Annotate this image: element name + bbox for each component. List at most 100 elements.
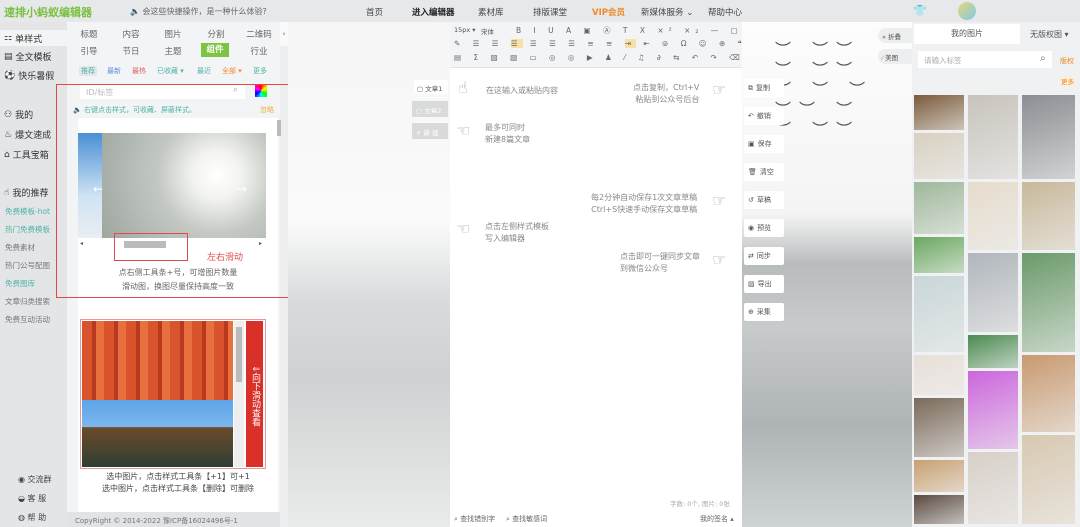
category-component[interactable]: 组件 [201, 43, 229, 57]
nav-materials[interactable]: 素材库 [478, 6, 504, 18]
filter-hottest[interactable]: 最热 [132, 66, 146, 76]
nav-vip[interactable]: VIP会员 [592, 6, 625, 18]
vertical-scrollbar[interactable] [234, 321, 244, 467]
photo-thumbnail[interactable] [914, 133, 964, 179]
background-landscape [288, 22, 450, 527]
label: 查找敏感词 [512, 515, 548, 523]
tab-free-images[interactable]: 无版权图 ▾ [1030, 29, 1069, 40]
draft-button[interactable]: ↺ 草稿 [744, 191, 784, 209]
save-button[interactable]: ▣ 保存 [744, 135, 784, 153]
photo-thumbnail[interactable] [968, 182, 1018, 250]
photo-thumbnail[interactable] [1022, 435, 1075, 524]
nav-course[interactable]: 排版课堂 [533, 6, 567, 18]
tab-my-images[interactable]: 我的图片 [914, 24, 1020, 44]
photo-thumbnail[interactable] [1022, 182, 1075, 250]
photo-thumbnail[interactable] [914, 495, 964, 524]
clear-button[interactable]: 🗑 清空 [744, 163, 784, 181]
signature-button[interactable]: 我的签名 ▴ [700, 514, 734, 524]
copy-button[interactable]: ⧉ 复制 [744, 79, 784, 97]
undo-button[interactable]: ↶ 撤销 [744, 107, 784, 125]
sidebar-link[interactable]: 热门公号配图 [5, 260, 50, 271]
sidebar-link[interactable]: 热门免费模板 [5, 224, 50, 235]
photo-thumbnail[interactable] [968, 253, 1018, 332]
photo-thumbnail[interactable] [968, 452, 1018, 524]
photo-thumbnail[interactable] [968, 95, 1018, 179]
sidebar-link[interactable]: 文章归类搜索 [5, 296, 50, 307]
tip-line: 新建8篇文章 [485, 135, 531, 144]
font-size-select[interactable]: 15px ▾ [454, 26, 476, 34]
doc-tab-1[interactable]: ▢ 文章1 [414, 80, 448, 94]
more-link[interactable]: 更多 [1060, 76, 1075, 86]
logo[interactable]: 速排小蚂蚁编辑器 [4, 4, 92, 20]
preview-button[interactable]: ◉ 预览 [744, 219, 784, 237]
photo-thumbnail[interactable] [914, 460, 964, 492]
nav-help[interactable]: 帮助中心 [708, 6, 742, 18]
beautify-button[interactable]: ⁄ 美图 [878, 49, 914, 64]
format-buttons-row1[interactable]: B I U A ▣ Ⓐ T X ×² ×₂ — ▢ ☑ [516, 25, 762, 36]
photo-thumbnail[interactable] [914, 237, 964, 273]
image-search-input[interactable]: 请输入标签 [918, 51, 1052, 68]
find-sensitive-button[interactable]: ⌕ 查找敏感词 [506, 514, 547, 524]
font-family-select[interactable]: 宋体 [481, 26, 494, 36]
photo-thumbnail[interactable] [1022, 95, 1075, 179]
avatar[interactable] [958, 2, 976, 20]
photo-thumbnail[interactable] [914, 355, 964, 395]
sidebar-item-toolbox[interactable]: ⌂ 工具宝箱 [4, 148, 49, 162]
doc-label: 文章2 [424, 107, 442, 115]
filter-newest[interactable]: 最新 [107, 66, 121, 76]
format-buttons-row2[interactable]: ✎ ☰ ☰ ☰ ☰ ☰ ☰ ≡ ≡ ⇥ ⇤ ⊜ Ω ☺ ⊕ ❝ ▦ [454, 39, 766, 48]
support-link[interactable]: ◒ 客 服 [18, 493, 46, 504]
sidebar-link[interactable]: 免费模板-hot [5, 206, 50, 217]
sidebar-link[interactable]: 免费互动活动 [5, 314, 50, 325]
category-title[interactable]: 标题 [74, 28, 104, 40]
find-typo-button[interactable]: ⌕ 查找错别字 [454, 514, 495, 524]
category-theme[interactable]: 主题 [158, 45, 188, 57]
nav-editor[interactable]: 进入编辑器 [412, 6, 455, 18]
help-link[interactable]: ◍ 帮 助 [18, 512, 46, 523]
filter-all[interactable]: 全部 ▾ [222, 66, 242, 76]
sidebar-link[interactable]: 免费图库 [5, 278, 35, 289]
photo-thumbnail[interactable] [914, 398, 964, 457]
collapse-panel-button[interactable]: ‹ [280, 22, 288, 46]
photo-thumbnail[interactable] [1022, 253, 1075, 352]
notice-text[interactable]: 🔈 会这些快捷操作，是一种什么体验? [130, 6, 267, 17]
category-image[interactable]: 图片 [158, 28, 188, 40]
search-icon[interactable]: ⌕ [1040, 53, 1046, 64]
filter-recent[interactable]: 最近 [197, 66, 211, 76]
photo-thumbnail[interactable] [968, 335, 1018, 368]
photo-thumbnail[interactable] [914, 182, 964, 234]
format-buttons-row3[interactable]: ▤ Σ ▨ ▧ ▭ ◎ ◎ ▶ ♟ ⁄ ♫ ∂ ⇆ ↶ ↷ ⌫ ☑ ⛶ [454, 53, 781, 63]
photo-thumbnail[interactable] [914, 276, 964, 352]
collapse-button[interactable]: » 折叠 [878, 28, 914, 43]
category-industry[interactable]: 行业 [244, 45, 274, 57]
sync-button[interactable]: ⇄ 同步 [744, 247, 784, 265]
sidebar-item-single-style[interactable]: ⚏ 单样式 [0, 30, 67, 46]
category-content[interactable]: 内容 [116, 28, 146, 40]
doc-tab-2[interactable]: ▢ 文章2 [412, 101, 448, 117]
category-divider[interactable]: 分割 [201, 28, 231, 40]
doc-label: 文章1 [425, 85, 443, 93]
photo-thumbnail[interactable] [1022, 355, 1075, 432]
sidebar-item-mine[interactable]: ⚇ 我的 [4, 108, 33, 122]
category-guide[interactable]: 引导 [74, 45, 104, 57]
category-festival[interactable]: 节日 [116, 45, 146, 57]
filter-favorites[interactable]: 已收藏 ▾ [157, 66, 184, 76]
filter-recommend[interactable]: 推荐 [79, 66, 97, 76]
nav-services[interactable]: 新媒体服务 ⌄ [641, 6, 693, 18]
group-chat-link[interactable]: ◉ 交流群 [18, 474, 52, 485]
category-qrcode[interactable]: 二维码 [244, 28, 274, 40]
collect-button[interactable]: ⊕ 采集 [744, 303, 784, 321]
copyright-link[interactable]: 版权 [1060, 56, 1074, 66]
filter-more[interactable]: 更多 [253, 66, 267, 76]
new-doc-button[interactable]: + 新 建 [412, 123, 448, 139]
photo-thumbnail[interactable] [914, 95, 964, 130]
export-button[interactable]: ▨ 导出 [744, 275, 784, 293]
sidebar-link[interactable]: 免费素材 [5, 242, 35, 253]
sidebar-item-recommend[interactable]: ☝ 我的推荐 [4, 186, 49, 200]
shirt-icon[interactable]: 👕 [913, 4, 927, 17]
nav-home[interactable]: 首页 [366, 6, 383, 18]
photo-thumbnail[interactable] [968, 371, 1018, 449]
sidebar-item-template[interactable]: ▤ 全文模板 [4, 50, 52, 64]
sidebar-item-viral[interactable]: ♨ 爆文速成 [4, 128, 51, 142]
sidebar-item-summer[interactable]: ⚽ 快乐暑假 [4, 69, 54, 83]
